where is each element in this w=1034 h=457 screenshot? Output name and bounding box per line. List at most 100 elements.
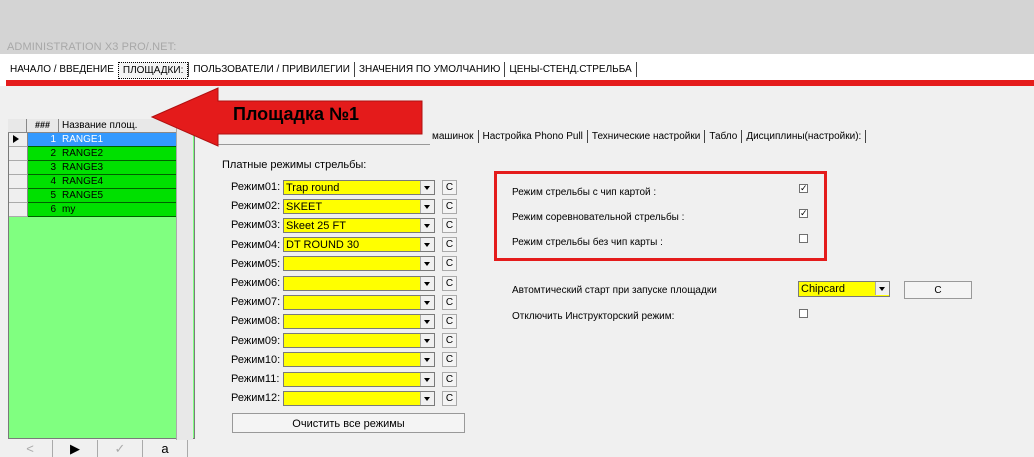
row-selector[interactable]: [9, 133, 28, 147]
mode-select[interactable]: [283, 275, 435, 291]
row-number: 4: [28, 175, 59, 189]
row-selector[interactable]: [9, 203, 28, 217]
chevron-down-icon[interactable]: [420, 218, 434, 232]
instructor-mode-label: Отключить Инструкторский режим:: [512, 311, 675, 322]
app-title: ADMINISTRATION X3 PRO/.NET:: [7, 41, 177, 53]
subtabs-end-divider: [865, 130, 867, 143]
grid-row-5[interactable]: 5 RANGE5: [9, 189, 180, 203]
grid-header-number[interactable]: ###: [27, 119, 59, 133]
mode-clear-button[interactable]: C: [442, 333, 457, 349]
tab-users[interactable]: ПОЛЬЗОВАТЕЛИ / ПРИВИЛЕГИИ: [188, 62, 354, 77]
row-selector[interactable]: [9, 189, 28, 203]
mode-clear-button[interactable]: C: [442, 256, 457, 272]
option-no-chipcard-checkbox[interactable]: [799, 234, 808, 243]
sub-tabs: машинок Настройка Phono Pull Технические…: [428, 130, 867, 143]
mode-label: Режим10:: [231, 353, 281, 366]
subtab-scoreboard[interactable]: Табло: [704, 130, 741, 143]
nav-refresh-button[interactable]: a: [143, 440, 188, 457]
subtab-technical[interactable]: Технические настройки: [586, 130, 704, 143]
option-competition-checkbox[interactable]: ✓: [799, 209, 808, 218]
mode-clear-button[interactable]: C: [442, 179, 457, 195]
chevron-down-icon[interactable]: [420, 353, 434, 367]
clear-all-modes-button[interactable]: Очистить все режимы: [232, 413, 465, 433]
mode-row-9: Режим09: C: [231, 333, 457, 349]
mode-select-value: DT ROUND 30: [286, 239, 360, 252]
mode-row-5: Режим05: C: [231, 256, 457, 272]
mode-label: Режим03:: [231, 219, 281, 232]
tab-ranges[interactable]: ПЛОЩАДКИ:: [117, 62, 189, 79]
chevron-down-icon[interactable]: [420, 334, 434, 348]
chevron-down-icon[interactable]: [420, 276, 434, 290]
chevron-down-icon[interactable]: [420, 314, 434, 328]
row-selector[interactable]: [9, 175, 28, 189]
chevron-down-icon[interactable]: [420, 199, 434, 213]
current-row-pointer-icon: [13, 135, 19, 143]
mode-clear-button[interactable]: C: [442, 198, 457, 214]
grid-row-6[interactable]: 6 my: [9, 203, 180, 217]
chevron-down-icon[interactable]: [420, 295, 434, 309]
row-selector[interactable]: [9, 147, 28, 161]
mode-clear-button[interactable]: C: [442, 294, 457, 310]
mode-row-1: Режим01: Trap round C: [231, 179, 457, 195]
mode-label: Режим01:: [231, 181, 281, 193]
mode-label: Режим11:: [231, 373, 280, 385]
mode-clear-button[interactable]: C: [442, 390, 457, 406]
mode-row-4: Режим04: DT ROUND 30 C: [231, 237, 457, 253]
tab-defaults[interactable]: ЗНАЧЕНИЯ ПО УМОЛЧАНИЮ: [353, 62, 504, 77]
row-name[interactable]: my: [59, 203, 180, 217]
row-name[interactable]: RANGE5: [59, 189, 180, 203]
row-number: 5: [28, 189, 59, 203]
auto-start-clear-button[interactable]: C: [904, 281, 972, 299]
instructor-mode-checkbox[interactable]: [799, 309, 808, 318]
mode-select[interactable]: [283, 371, 435, 387]
chevron-down-icon[interactable]: [420, 180, 434, 194]
mode-select[interactable]: [283, 352, 435, 368]
nav-prev-button[interactable]: <: [8, 440, 53, 457]
subtab-disciplines[interactable]: Дисциплины(настройки):: [741, 130, 865, 143]
grid-row-4[interactable]: 4 RANGE4: [9, 175, 180, 189]
row-selector[interactable]: [9, 161, 28, 175]
mode-select[interactable]: [283, 390, 435, 406]
chevron-down-icon[interactable]: [875, 282, 889, 295]
mode-select[interactable]: DT ROUND 30: [283, 237, 435, 253]
row-name[interactable]: RANGE3: [59, 161, 180, 175]
mode-select[interactable]: Skeet 25 FT: [283, 217, 435, 233]
nav-next-button[interactable]: ▶: [53, 440, 98, 457]
tabs-end-divider: [635, 62, 638, 77]
chevron-down-icon[interactable]: [420, 238, 434, 252]
option-chipcard-label: Режим стрельбы с чип картой :: [512, 187, 657, 198]
mode-clear-button[interactable]: C: [442, 217, 457, 233]
mode-label: Режим05:: [231, 257, 281, 270]
mode-row-8: Режим08: C: [231, 313, 457, 329]
mode-select[interactable]: [283, 333, 435, 349]
row-name[interactable]: RANGE2: [59, 147, 180, 161]
mode-select[interactable]: SKEET: [283, 198, 435, 214]
paid-modes-label: Платные режимы стрельбы:: [222, 159, 367, 171]
grid-row-3[interactable]: 3 RANGE3: [9, 161, 180, 175]
row-name[interactable]: RANGE4: [59, 175, 180, 189]
subtab-phono-pull[interactable]: Настройка Phono Pull: [477, 130, 587, 143]
chevron-down-icon[interactable]: [420, 257, 434, 271]
grid-row-2[interactable]: 2 RANGE2: [9, 147, 180, 161]
mode-clear-button[interactable]: C: [442, 371, 457, 387]
mode-row-3: Режим03: Skeet 25 FT C: [231, 217, 457, 233]
mode-clear-button[interactable]: C: [442, 275, 457, 291]
auto-start-select[interactable]: Chipcard: [798, 281, 890, 297]
subtab-machines[interactable]: машинок: [428, 130, 478, 143]
mode-select[interactable]: [283, 313, 435, 329]
chevron-down-icon[interactable]: [420, 372, 434, 386]
tab-intro[interactable]: НАЧАЛО / ВВЕДЕНИЕ: [6, 62, 118, 77]
grid-scrollbar[interactable]: [176, 120, 193, 450]
mode-select[interactable]: [283, 294, 435, 310]
option-chipcard-checkbox[interactable]: ✓: [799, 184, 808, 193]
mode-select[interactable]: Trap round: [283, 179, 435, 195]
mode-clear-button[interactable]: C: [442, 352, 457, 368]
mode-label: Режим12:: [231, 392, 281, 405]
chevron-down-icon[interactable]: [420, 391, 434, 405]
mode-label: Режим07:: [231, 296, 281, 309]
mode-select[interactable]: [283, 256, 435, 272]
mode-clear-button[interactable]: C: [442, 237, 457, 253]
mode-clear-button[interactable]: C: [442, 313, 457, 329]
tab-prices[interactable]: ЦЕНЫ-СТЕНД.СТРЕЛЬБА: [504, 62, 635, 77]
nav-post-button[interactable]: ✓: [98, 440, 143, 457]
